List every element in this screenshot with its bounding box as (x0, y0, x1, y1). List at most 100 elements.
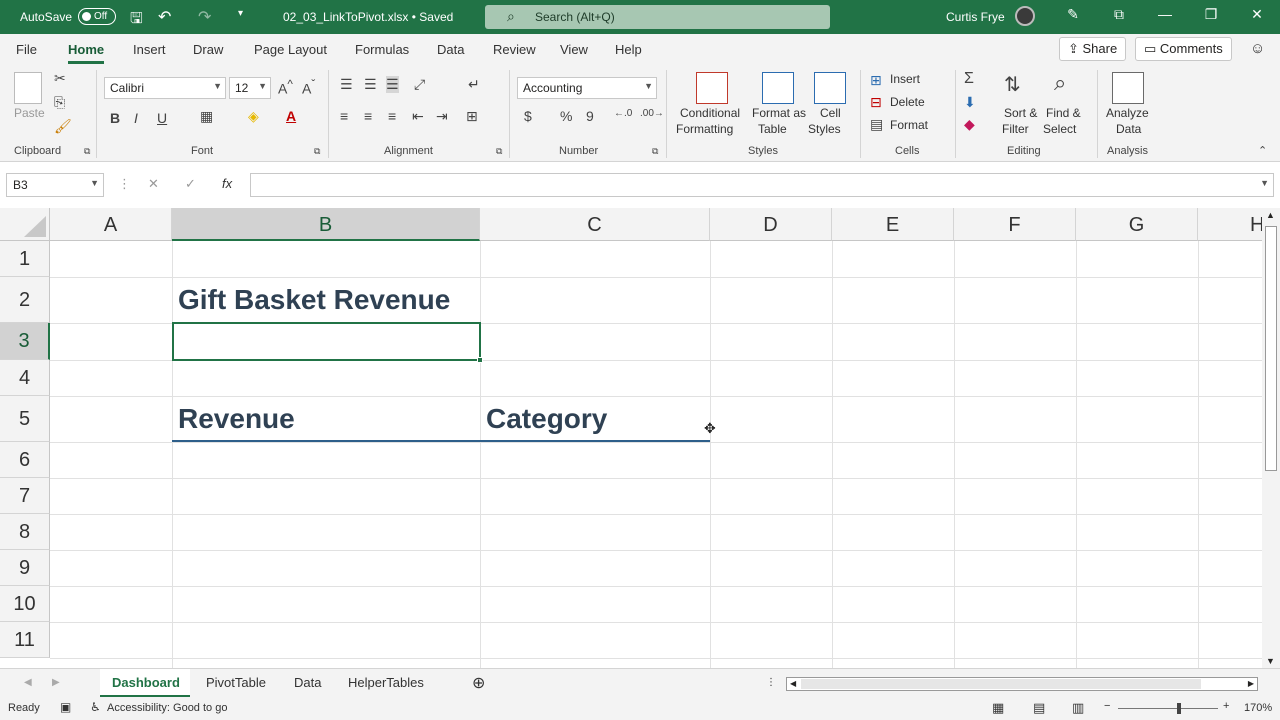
tab-file[interactable]: File (16, 42, 37, 57)
tab-insert[interactable]: Insert (133, 42, 166, 57)
zoom-level[interactable]: 170% (1244, 702, 1272, 714)
tab-view[interactable]: View (560, 42, 588, 57)
comma-style-icon[interactable]: 9 (586, 108, 594, 124)
number-format-select[interactable]: Accounting ▼ (517, 77, 657, 99)
macro-record-icon[interactable]: ▣ (60, 700, 71, 714)
cancel-icon[interactable]: ✕ (148, 176, 159, 192)
cell-c5[interactable]: Category (486, 403, 607, 435)
cell-b2[interactable]: Gift Basket Revenue (178, 284, 450, 316)
avatar[interactable] (1015, 6, 1035, 26)
status-accessibility[interactable]: Accessibility: Good to go (107, 702, 227, 714)
number-launcher-icon[interactable]: ⧉ (652, 146, 658, 157)
horizontal-scrollbar[interactable]: ◀ ▶ (786, 677, 1258, 691)
align-bottom-icon[interactable]: ☰ (386, 76, 399, 93)
merge-center-icon[interactable]: ⊞ (466, 108, 478, 125)
zoom-out-icon[interactable]: − (1104, 700, 1110, 712)
add-sheet-icon[interactable]: ⊕ (472, 673, 485, 693)
file-name[interactable]: 02_03_LinkToPivot.xlsx • Saved (283, 10, 453, 24)
wrap-text-icon[interactable]: ↵ (468, 76, 480, 93)
increase-indent-icon[interactable]: ⇥ (436, 108, 448, 125)
row-header-2[interactable]: 2 (0, 277, 50, 323)
cell-styles-label-2[interactable]: Styles (808, 122, 841, 136)
alignment-launcher-icon[interactable]: ⧉ (496, 146, 502, 157)
cell-styles-icon[interactable] (814, 72, 846, 104)
column-header-a[interactable]: A (50, 208, 172, 241)
page-layout-view-icon[interactable]: ▤ (1033, 700, 1045, 716)
percent-style-icon[interactable]: % (560, 108, 572, 124)
autosum-icon[interactable]: Σ (964, 70, 974, 88)
align-middle-icon[interactable]: ☰ (364, 76, 377, 93)
column-header-g[interactable]: G (1076, 208, 1198, 241)
fill-color-icon[interactable]: ◈ (248, 108, 259, 125)
format-as-table-icon[interactable] (762, 72, 794, 104)
collapse-ribbon-icon[interactable]: ⌃ (1258, 144, 1267, 157)
format-painter-icon[interactable]: 🖌 (54, 118, 72, 135)
bold-icon[interactable]: B (110, 110, 120, 126)
tab-page-layout[interactable]: Page Layout (254, 42, 327, 57)
scroll-down-icon[interactable]: ▼ (1266, 656, 1275, 666)
font-name-select[interactable]: Calibri ▼ (104, 77, 226, 99)
active-cell-b3[interactable] (172, 322, 481, 361)
quick-access-customize-icon[interactable]: ▾ (238, 8, 243, 19)
accounting-format-icon[interactable]: $ (524, 108, 532, 124)
conditional-formatting-label-2[interactable]: Formatting (676, 122, 733, 136)
column-header-h[interactable]: H (1198, 208, 1262, 241)
autosave-toggle[interactable]: Off (78, 8, 116, 25)
vertical-scrollbar[interactable]: ▲ ▼ (1262, 208, 1280, 670)
font-launcher-icon[interactable]: ⧉ (314, 146, 320, 157)
increase-decimal-icon[interactable]: ←.0 (614, 108, 632, 119)
row-header-1[interactable]: 1 (0, 241, 50, 277)
insert-cells-label[interactable]: Insert (890, 72, 920, 86)
cut-icon[interactable]: ✂ (54, 70, 66, 87)
orientation-icon[interactable]: ⤢ (414, 76, 425, 93)
column-header-f[interactable]: F (954, 208, 1076, 241)
feedback-smile-icon[interactable]: ☺ (1250, 40, 1265, 57)
zoom-slider-thumb[interactable] (1177, 703, 1181, 714)
tab-help[interactable]: Help (615, 42, 642, 57)
cell-styles-label[interactable]: Cell (820, 106, 841, 120)
zoom-in-icon[interactable]: + (1223, 700, 1229, 712)
column-header-d[interactable]: D (710, 208, 832, 241)
sheet-tab-pivottable[interactable]: PivotTable (206, 675, 266, 690)
pen-icon[interactable]: ✎ (1058, 6, 1088, 23)
underline-icon[interactable]: U (157, 110, 167, 126)
close-icon[interactable]: ✕ (1242, 6, 1272, 23)
decrease-font-icon[interactable]: Aˇ (302, 78, 315, 97)
cell-b5[interactable]: Revenue (178, 403, 295, 435)
accessibility-icon[interactable]: ♿ (90, 700, 101, 714)
sort-filter-label[interactable]: Sort & (1004, 106, 1037, 120)
scroll-left-icon[interactable]: ◀ (24, 677, 32, 688)
row-header-11[interactable]: 11 (0, 622, 50, 658)
formula-input[interactable]: ▼ (250, 173, 1274, 197)
row-header-6[interactable]: 6 (0, 442, 50, 478)
formula-bar-menu-icon[interactable]: ⋮ (118, 176, 131, 192)
delete-cells-icon[interactable]: ⊟ (870, 94, 882, 111)
align-left-icon[interactable]: ≡ (340, 108, 348, 124)
hscroll-thumb[interactable] (801, 679, 1201, 689)
format-as-table-label-2[interactable]: Table (758, 122, 787, 136)
hscroll-options-icon[interactable]: ⋮ (766, 677, 776, 688)
hscroll-left-icon[interactable]: ◀ (790, 679, 796, 688)
align-right-icon[interactable]: ≡ (388, 108, 396, 124)
decrease-indent-icon[interactable]: ⇤ (412, 108, 424, 125)
sheet-tab-dashboard[interactable]: Dashboard (112, 675, 180, 690)
sort-filter-label-2[interactable]: Filter (1002, 122, 1029, 136)
row-header-7[interactable]: 7 (0, 478, 50, 514)
zoom-slider[interactable] (1118, 708, 1218, 709)
insert-cells-icon[interactable]: ⊞ (870, 72, 882, 89)
fill-handle[interactable] (477, 357, 483, 363)
column-header-e[interactable]: E (832, 208, 954, 241)
row-header-10[interactable]: 10 (0, 586, 50, 622)
font-color-icon[interactable]: A (286, 108, 296, 124)
row-header-4[interactable]: 4 (0, 360, 50, 396)
row-header-8[interactable]: 8 (0, 514, 50, 550)
expand-formula-icon[interactable]: ▼ (1260, 178, 1269, 188)
enter-icon[interactable]: ✓ (185, 176, 196, 192)
conditional-formatting-label[interactable]: Conditional (680, 106, 740, 120)
tab-home[interactable]: Home (68, 42, 105, 64)
format-cells-icon[interactable]: ▤ (870, 116, 883, 133)
normal-view-icon[interactable]: ▦ (992, 700, 1004, 716)
scroll-right-icon[interactable]: ▶ (52, 677, 60, 688)
clipboard-launcher-icon[interactable]: ⧉ (84, 146, 90, 157)
analyze-data-label-2[interactable]: Data (1116, 122, 1141, 136)
